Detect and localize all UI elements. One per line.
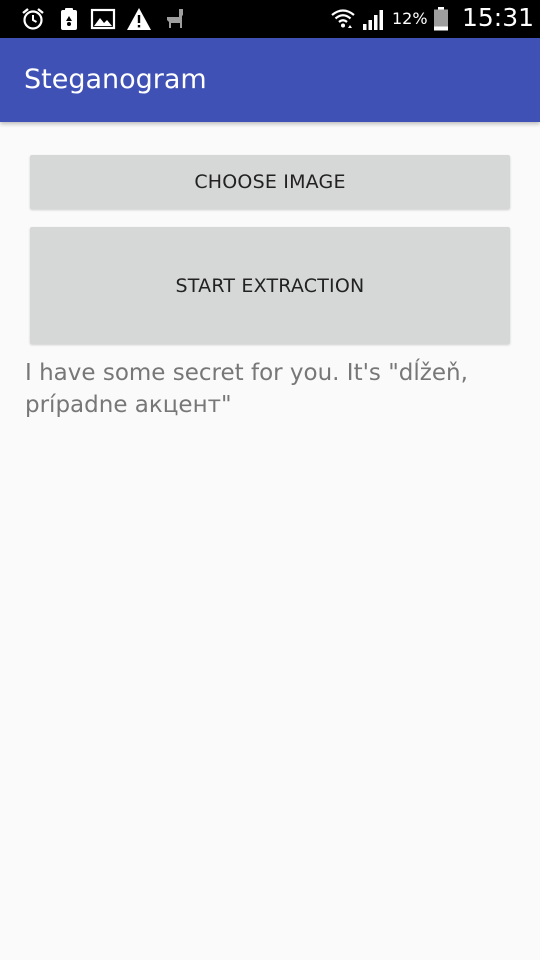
app-bar: Steganogram (0, 38, 540, 122)
app-title: Steganogram (24, 64, 207, 95)
image-icon (90, 8, 116, 30)
signal-icon (363, 10, 383, 30)
battery-icon (434, 7, 448, 31)
status-bar: 12% 15:31 (0, 0, 540, 38)
recycle-icon (61, 8, 77, 30)
start-extraction-button[interactable]: START EXTRACTION (30, 227, 510, 344)
warning-icon (127, 8, 151, 30)
alarm-icon (22, 8, 44, 30)
wifi-icon (331, 9, 355, 28)
battery-percent: 12% (392, 9, 428, 28)
status-time: 15:31 (462, 3, 535, 32)
extracted-message-text: I have some secret for you. It's "dĺžeň,… (25, 360, 468, 418)
choose-image-button[interactable]: CHOOSE IMAGE (30, 155, 510, 209)
llama-icon (167, 9, 183, 28)
